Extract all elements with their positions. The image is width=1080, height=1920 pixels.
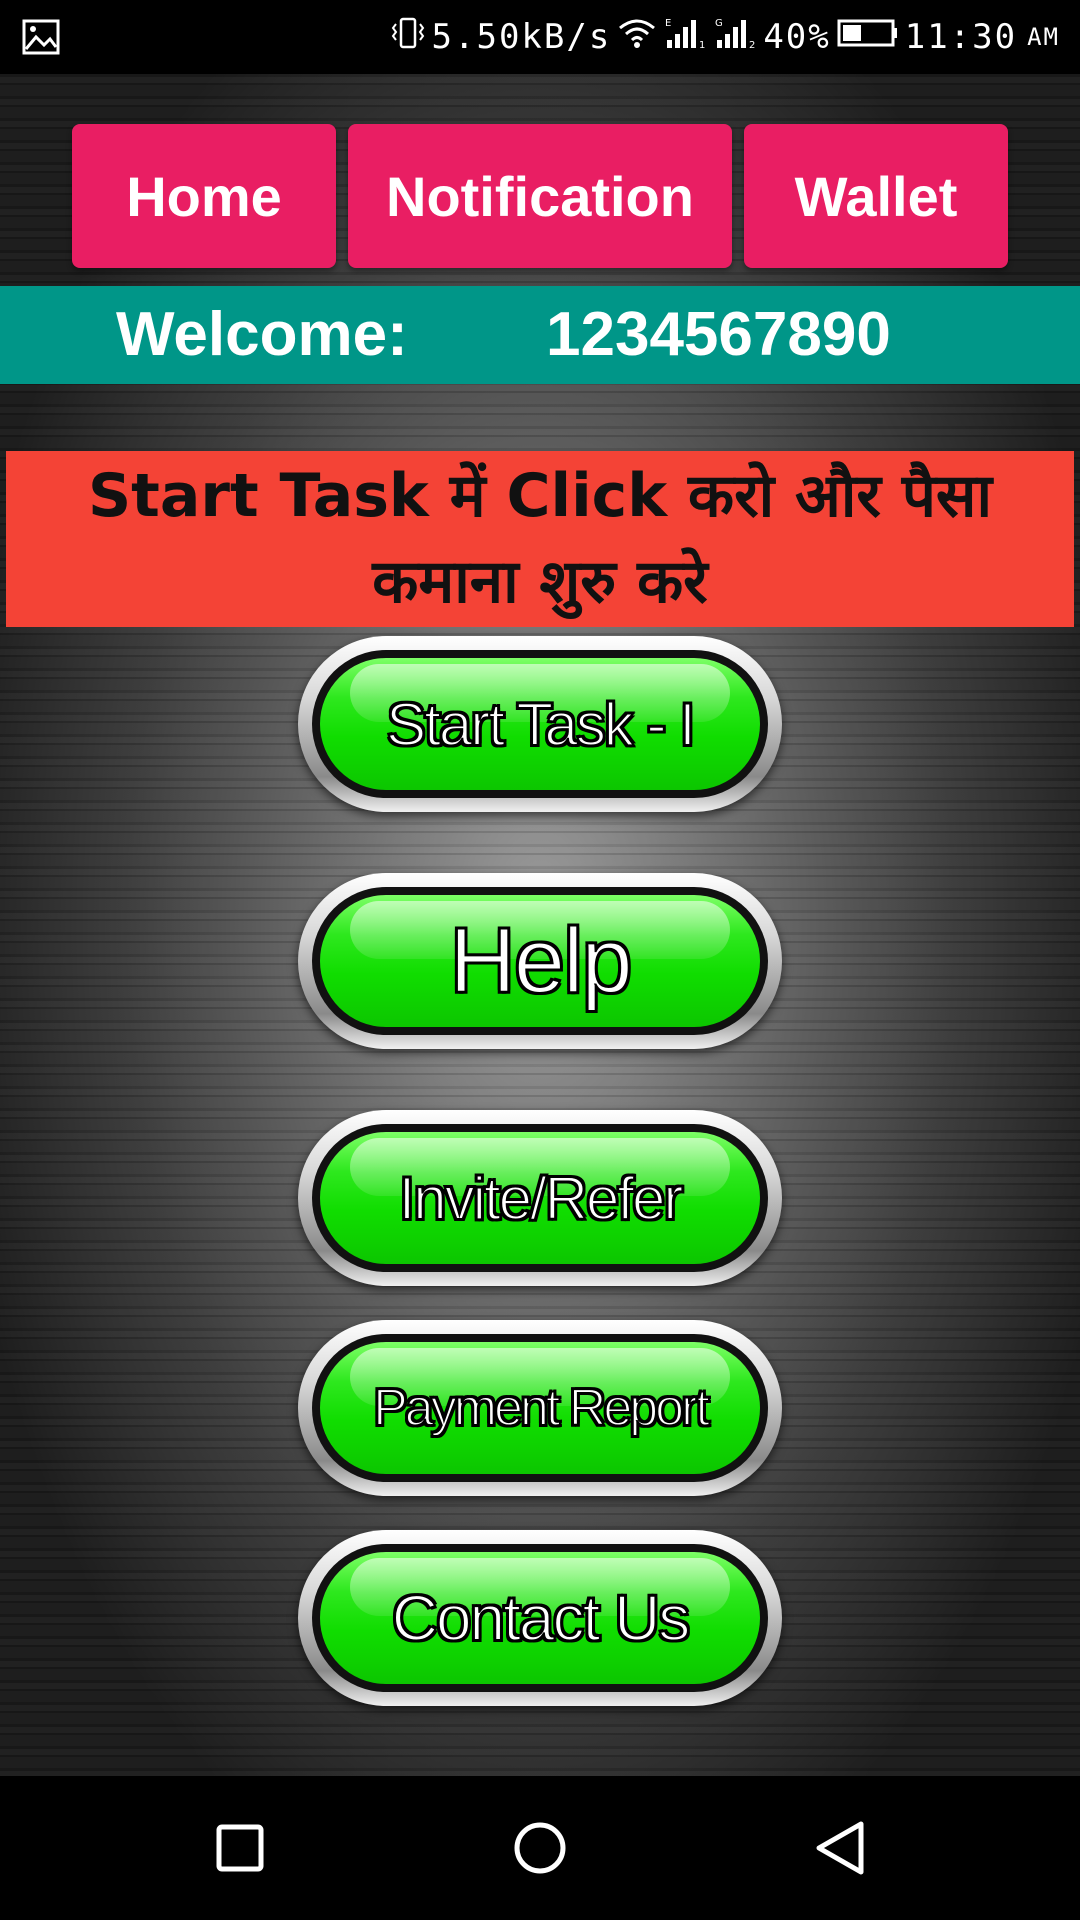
promo-banner: Start Task में Click करो और पैसा कमाना श… (6, 451, 1074, 627)
welcome-bar: Welcome: 1234567890 (0, 286, 1080, 384)
svg-text:G: G (715, 18, 725, 29)
status-right: 5.50kB/s E 1 G 2 40% 11:30 AM (390, 0, 1060, 74)
svg-text:2: 2 (749, 40, 757, 50)
vibrate-icon (390, 16, 426, 59)
recent-apps-icon[interactable] (204, 1812, 276, 1884)
home-circle-icon[interactable] (504, 1812, 576, 1884)
system-nav-bar (0, 1776, 1080, 1920)
welcome-value: 1234567890 (546, 300, 891, 369)
wifi-icon (617, 16, 657, 59)
home-button[interactable]: Home (72, 124, 336, 268)
invite-refer-button[interactable]: Invite/Refer (298, 1110, 782, 1286)
network-speed: 5.50kB/s (431, 17, 612, 57)
help-label: Help (448, 909, 633, 1013)
main-screen: Home Notification Wallet Welcome: 123456… (0, 74, 1080, 1776)
clock-ampm: AM (1027, 23, 1060, 51)
signal-e-icon: E 1 (663, 16, 707, 59)
gallery-icon (22, 19, 60, 55)
notification-button[interactable]: Notification (348, 124, 732, 268)
welcome-label: Welcome: (116, 300, 408, 369)
payment-report-button[interactable]: Payment Report (298, 1320, 782, 1496)
svg-text:1: 1 (699, 40, 707, 50)
start-task-button[interactable]: Start Task - I (298, 636, 782, 812)
battery-icon (837, 17, 899, 57)
invite-refer-label: Invite/Refer (398, 1164, 685, 1233)
wallet-button[interactable]: Wallet (744, 124, 1008, 268)
clock-time: 11:30 (904, 17, 1018, 57)
battery-percent: 40% (763, 17, 831, 57)
banner-text: Start Task में Click करो और पैसा कमाना श… (87, 461, 993, 617)
signal-g-icon: G 2 (713, 16, 757, 59)
payment-report-label: Payment Report (372, 1378, 711, 1438)
svg-text:E: E (665, 18, 673, 29)
back-triangle-icon[interactable] (804, 1812, 876, 1884)
start-task-label: Start Task - I (385, 690, 697, 759)
help-button[interactable]: Help (298, 873, 782, 1049)
contact-us-label: Contact Us (391, 1581, 692, 1655)
status-bar: 5.50kB/s E 1 G 2 40% 11:30 AM (0, 0, 1080, 74)
contact-us-button[interactable]: Contact Us (298, 1530, 782, 1706)
